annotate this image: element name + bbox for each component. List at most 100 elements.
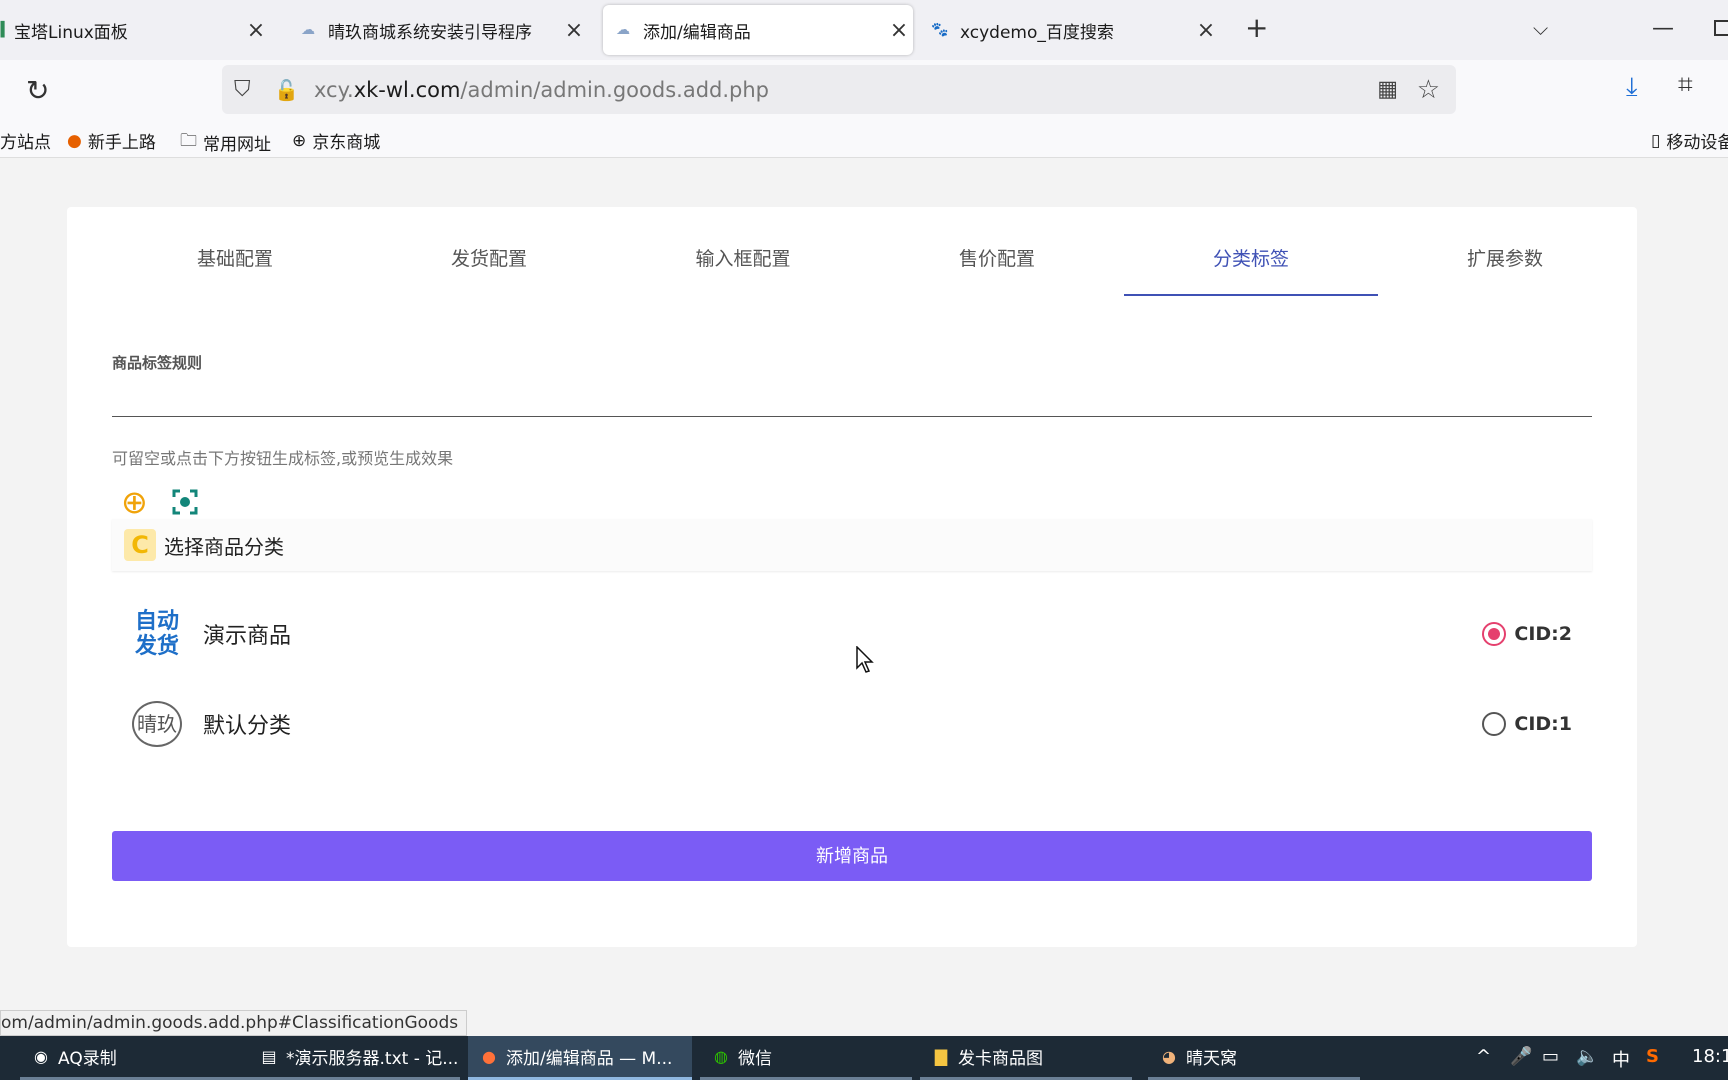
navigation-toolbar: ↻ ⛉ 🔓 xcy.xk-wl.com/admin/admin.goods.ad… (0, 60, 1728, 120)
network-icon[interactable]: ▭ (1542, 1046, 1559, 1067)
category-cid: CID:2 (1514, 623, 1572, 645)
taskbar-label: 发卡商品图 (958, 1049, 1043, 1069)
bookmark-item[interactable]: 方站点 (0, 128, 51, 153)
maximize-icon[interactable] (1714, 20, 1728, 36)
mobile-icon: ▯ (1651, 130, 1661, 151)
bookmark-item-mobile[interactable]: ▯ 移动设备 (1651, 128, 1728, 154)
category-cid: CID:1 (1514, 713, 1572, 735)
status-link-preview: om/admin/admin.goods.add.php#Classificat… (0, 1010, 468, 1036)
refresh-icon[interactable]: C (124, 529, 156, 561)
url-host-prefix: xcy. (314, 77, 354, 102)
mouse-cursor-icon (856, 646, 874, 673)
taskbar-label: 晴天窝 (1186, 1049, 1237, 1069)
browser-tab-bt-panel[interactable]: ▍ 宝塔Linux面板 × (0, 5, 270, 55)
radio-selected-icon[interactable] (1482, 622, 1507, 646)
reload-icon[interactable]: ↻ (26, 74, 49, 107)
category-section-title: 选择商品分类 (164, 534, 284, 559)
tag-rule-hint: 可留空或点击下方按钮生成标签,或预览生成效果 (112, 449, 454, 468)
url-host-main: xk-wl.com (353, 77, 461, 102)
star-icon[interactable]: ☆ (1417, 75, 1440, 105)
notepad-icon: ▤ (261, 1047, 277, 1066)
bookmark-item[interactable]: 🗀 常用网址 (180, 128, 271, 157)
bookmark-label: 京东商城 (312, 133, 381, 153)
taskbar-label: 添加/编辑商品 — M... (506, 1049, 673, 1069)
close-icon[interactable]: × (1192, 18, 1220, 43)
tag-rule-input[interactable] (112, 387, 1592, 417)
clock[interactable]: 18:1 (1692, 1046, 1728, 1067)
tab-title: xcydemo_百度搜索 (960, 22, 1114, 43)
firefox-icon: ● (482, 1047, 496, 1066)
bookmark-label: 新手上路 (87, 133, 156, 153)
category-logo: 晴玖 (127, 694, 187, 754)
tab-delivery-config[interactable]: 发货配置 (362, 240, 616, 296)
bookmark-label: 常用网址 (203, 135, 271, 155)
app-icon: ◕ (1162, 1047, 1176, 1066)
category-section-header: C 选择商品分类 (112, 519, 1592, 571)
taskbar-label: 微信 (738, 1049, 772, 1069)
tab-title: 宝塔Linux面板 (14, 22, 128, 43)
crop-icon[interactable]: ⌗ (1678, 70, 1693, 101)
address-bar[interactable]: ⛉ 🔓 xcy.xk-wl.com/admin/admin.goods.add.… (222, 65, 1456, 114)
download-icon[interactable]: ⤓ (1626, 72, 1638, 103)
volume-icon[interactable]: 🔈 (1576, 1046, 1598, 1067)
bookmarks-bar: 方站点 ● 新手上路 🗀 常用网址 ⊕ 京东商城 ▯ 移动设备 (0, 120, 1728, 158)
baidu-favicon-icon: 🐾 (931, 22, 949, 38)
chevron-up-icon[interactable]: ^ (1476, 1046, 1491, 1067)
browser-tab-baidu-search[interactable]: 🐾 xcydemo_百度搜索 × (930, 5, 1220, 55)
cloud-favicon-icon: ☁ (616, 22, 630, 38)
taskbar-item-qingtianwo[interactable]: ◕ 晴天窝 (1148, 1036, 1360, 1080)
tab-input-config[interactable]: 输入框配置 (616, 240, 870, 296)
scan-preview-icon[interactable] (172, 489, 198, 515)
radio-unselected-icon[interactable] (1482, 712, 1507, 736)
auto-delivery-logo: 自动 发货 (134, 609, 179, 659)
taskbar-item-aq-recorder[interactable]: ◉ AQ录制 (20, 1036, 252, 1080)
chevron-down-icon[interactable]: ⌵ (1533, 16, 1548, 40)
add-circle-icon[interactable]: ⊕ (121, 486, 148, 518)
tab-price-config[interactable]: 售价配置 (870, 240, 1124, 296)
url-text[interactable]: xcy.xk-wl.com/admin/admin.goods.add.php (314, 78, 769, 102)
taskbar-item-folder[interactable]: ▇ 发卡商品图 (920, 1036, 1132, 1080)
tab-title: 添加/编辑商品 (643, 22, 751, 43)
insecure-lock-icon[interactable]: 🔓 (274, 78, 300, 102)
browser-tab-add-goods[interactable]: ☁ 添加/编辑商品 × (603, 5, 913, 55)
cloud-favicon-icon: ☁ (301, 22, 315, 38)
taskbar-item-wechat[interactable]: ◍ 微信 (700, 1036, 912, 1080)
new-tab-button[interactable]: + (1245, 14, 1268, 42)
firefox-icon: ● (67, 130, 82, 151)
config-tabs: 基础配置 发货配置 输入框配置 售价配置 分类标签 扩展参数 (108, 240, 1632, 296)
add-goods-button[interactable]: 新增商品 (112, 831, 1592, 881)
qrcode-icon[interactable]: ▦ (1377, 77, 1398, 102)
bookmark-item[interactable]: ● 新手上路 (67, 128, 156, 154)
tab-basic-config[interactable]: 基础配置 (108, 240, 362, 296)
close-icon[interactable]: × (242, 18, 270, 43)
taskbar-item-firefox[interactable]: ● 添加/编辑商品 — M... (468, 1036, 692, 1080)
browser-tab-strip: ▍ 宝塔Linux面板 × ☁ 晴玖商城系统安装引导程序 × ☁ 添加/编辑商品… (0, 0, 1728, 60)
category-radio[interactable]: CID:2 (1482, 622, 1572, 646)
wechat-icon: ◍ (714, 1047, 728, 1066)
bt-favicon-icon: ▍ (0, 22, 12, 38)
goods-form-card: 基础配置 发货配置 输入框配置 售价配置 分类标签 扩展参数 商品标签规则 可留… (67, 207, 1637, 947)
globe-icon: ⊕ (292, 130, 307, 151)
taskbar-label: AQ录制 (58, 1049, 117, 1069)
shield-icon[interactable]: ⛉ (234, 77, 260, 102)
taskbar-item-notepad[interactable]: ▤ *演示服务器.txt - 记... (248, 1036, 460, 1080)
category-name: 演示商品 (203, 624, 292, 649)
ime-indicator[interactable]: 中 (1612, 1046, 1630, 1072)
sogou-icon[interactable]: S (1646, 1046, 1659, 1067)
taskbar-label: *演示服务器.txt - 记... (286, 1049, 459, 1069)
folder-icon: ▇ (934, 1047, 948, 1066)
category-logo: 自动 发货 (127, 604, 187, 664)
page-content: 基础配置 发货配置 输入框配置 售价配置 分类标签 扩展参数 商品标签规则 可留… (0, 159, 1728, 1036)
category-row[interactable]: 晴玖 默认分类 CID:1 (127, 689, 1592, 759)
bookmark-item[interactable]: ⊕ 京东商城 (292, 128, 381, 154)
close-icon[interactable]: × (885, 18, 913, 43)
browser-tab-install-guide[interactable]: ☁ 晴玖商城系统安装引导程序 × (298, 5, 588, 55)
tab-extended-params[interactable]: 扩展参数 (1378, 240, 1632, 296)
minimize-icon[interactable]: — (1652, 16, 1674, 41)
close-icon[interactable]: × (560, 18, 588, 43)
tab-title: 晴玖商城系统安装引导程序 (328, 22, 532, 43)
microphone-icon[interactable]: 🎤 (1510, 1046, 1532, 1067)
category-radio[interactable]: CID:1 (1482, 712, 1572, 736)
tab-category-tags[interactable]: 分类标签 (1124, 240, 1378, 296)
taskbar: ◉ AQ录制 ▤ *演示服务器.txt - 记... ● 添加/编辑商品 — M… (0, 1036, 1728, 1080)
